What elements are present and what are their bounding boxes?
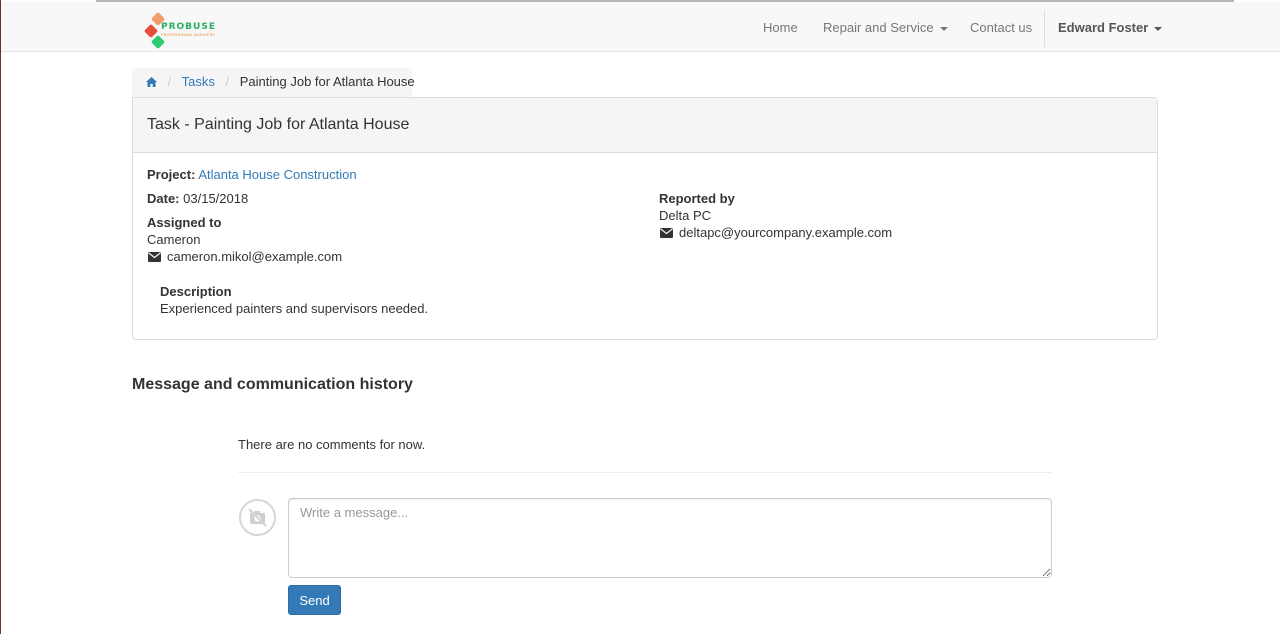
nav-home[interactable]: Home <box>763 2 798 51</box>
breadcrumb: / Tasks / Painting Job for Atlanta House <box>132 68 415 98</box>
home-icon <box>146 77 157 87</box>
nav-contact[interactable]: Contact us <box>970 2 1032 51</box>
history-title: Message and communication history <box>132 376 413 393</box>
brand-logo[interactable]: PROBUSE PROFESSIONAL BUSINESS <box>143 10 216 50</box>
task-title: Task - Painting Job for Atlanta House <box>133 98 1157 153</box>
assigned-email-row: cameron.mikol@example.com <box>148 249 342 264</box>
user-name: Edward Foster <box>1058 20 1149 35</box>
nav-divider <box>1044 10 1045 47</box>
project-label: Project: <box>147 167 196 182</box>
envelope-icon <box>660 228 673 238</box>
divider <box>238 472 1052 473</box>
avatar <box>239 499 276 536</box>
send-button[interactable]: Send <box>288 585 341 615</box>
brand-tagline: PROFESSIONAL BUSINESS <box>161 33 216 37</box>
top-navbar: PROBUSE PROFESSIONAL BUSINESS Home Repai… <box>1 2 1280 52</box>
nav-repair-dropdown[interactable]: Repair and Service <box>823 2 948 51</box>
logo-hex-icon <box>150 34 166 50</box>
assigned-label: Assigned to <box>147 215 222 230</box>
no-comments-text: There are no comments for now. <box>238 437 426 452</box>
reported-email-row: deltapc@yourcompany.example.com <box>660 225 892 240</box>
brand-name: PROBUSE <box>161 22 216 32</box>
breadcrumb-current: Painting Job for Atlanta House <box>239 74 415 89</box>
reported-name: Delta PC <box>659 208 712 223</box>
breadcrumb-separator: / <box>167 74 172 89</box>
caret-down-icon <box>939 26 948 31</box>
breadcrumb-separator: / <box>225 74 230 89</box>
message-input[interactable] <box>288 498 1052 578</box>
envelope-icon <box>148 252 161 262</box>
nav-repair-label: Repair and Service <box>823 20 934 35</box>
description-text: Experienced painters and supervisors nee… <box>160 301 429 316</box>
assigned-name: Cameron <box>147 232 201 247</box>
reported-label: Reported by <box>659 191 735 206</box>
project-row: Project: Atlanta House Construction <box>147 167 357 182</box>
task-panel: Task - Painting Job for Atlanta House Pr… <box>132 97 1158 340</box>
caret-down-icon <box>1154 26 1163 31</box>
assigned-email: cameron.mikol@example.com <box>167 249 343 264</box>
date-row: Date: 03/15/2018 <box>147 191 248 206</box>
project-link[interactable]: Atlanta House Construction <box>198 167 356 182</box>
no-photo-icon <box>248 508 267 527</box>
reported-email: deltapc@yourcompany.example.com <box>679 225 893 240</box>
date-label: Date: <box>147 191 180 206</box>
date-value: 03/15/2018 <box>183 191 249 206</box>
description-label: Description <box>160 284 232 299</box>
breadcrumb-tasks-link[interactable]: Tasks <box>182 74 215 89</box>
user-menu-dropdown[interactable]: Edward Foster <box>1058 2 1163 51</box>
breadcrumb-home-link[interactable] <box>146 74 161 89</box>
